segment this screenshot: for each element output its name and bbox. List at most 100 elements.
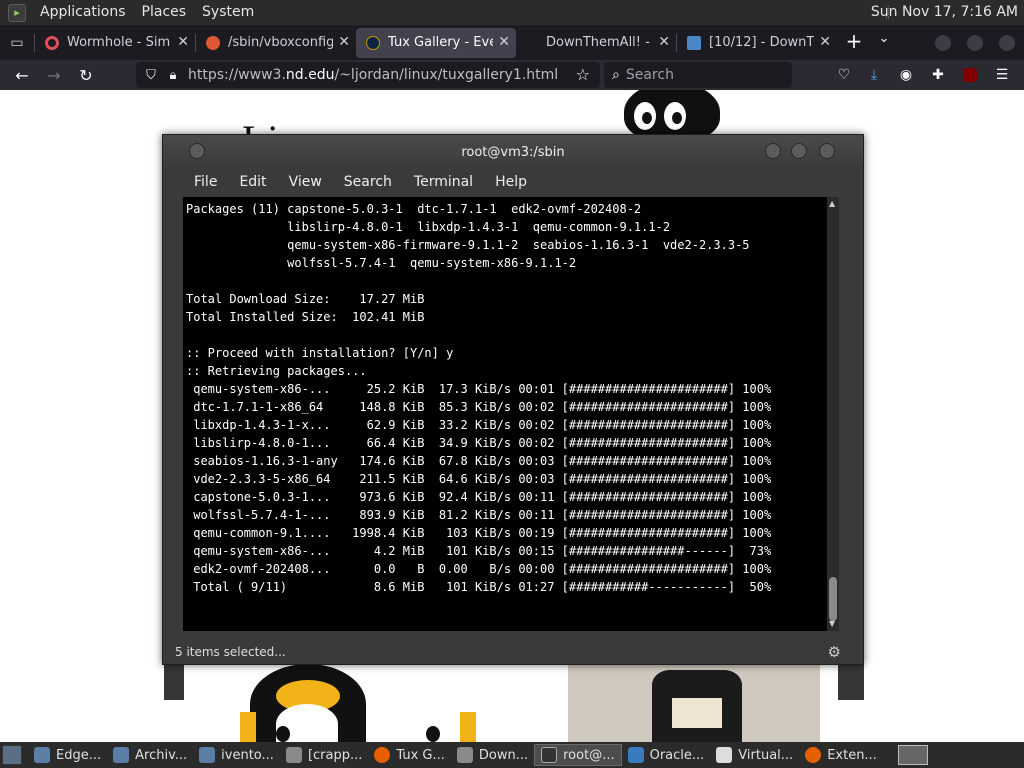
- download-icon[interactable]: ⤓: [862, 63, 886, 87]
- tab-downthemall[interactable]: DownThemAll! - ✕: [516, 28, 676, 58]
- taskbar-item-firefox-ext[interactable]: Exten...: [799, 744, 883, 766]
- scroll-up-icon[interactable]: ▲: [829, 199, 835, 208]
- taskbar-label: Exten...: [827, 747, 877, 763]
- terminal-line: :: Retrieving packages...: [186, 364, 367, 378]
- maximize-button[interactable]: [967, 35, 983, 51]
- taskbar-label: Oracle...: [649, 747, 705, 763]
- extensions-icon[interactable]: ✚: [926, 63, 950, 87]
- tab-wormhole[interactable]: Wormhole - Sim ✕: [35, 28, 195, 58]
- edge-icon: [34, 747, 50, 763]
- taskbar-item-ivento[interactable]: ivento...: [193, 744, 280, 766]
- terminal-scrollbar[interactable]: ▲ ▼: [827, 197, 839, 631]
- browser-tab-strip: ▭ Wormhole - Sim ✕ /sbin/vboxconfig ✕ Tu…: [0, 25, 1024, 60]
- taskbar-label: Down...: [478, 747, 529, 763]
- taskbar-item-terminal[interactable]: root@...: [534, 744, 622, 766]
- tab-list-icon[interactable]: ▭: [4, 30, 30, 56]
- url-text[interactable]: https://www3.nd.edu/~ljordan/linux/tuxga…: [188, 67, 558, 83]
- close-button[interactable]: [999, 35, 1015, 51]
- applications-logo-icon[interactable]: ▸: [8, 3, 26, 22]
- tab-title: /sbin/vboxconfig: [228, 35, 333, 50]
- search-input[interactable]: ⌕ Search: [604, 62, 792, 88]
- taskbar-item-virtual[interactable]: Virtual...: [710, 744, 799, 766]
- terminal-line: dtc-1.7.1-1-x86_64 148.8 KiB 85.3 KiB/s …: [186, 400, 772, 414]
- folder-icon: [456, 747, 473, 763]
- pocket-icon[interactable]: ♡: [832, 63, 856, 87]
- tab-downthemall-progress[interactable]: [10/12] - DownT ✕: [677, 28, 837, 58]
- terminal-line: ​: [186, 272, 827, 290]
- tab-title: DownThemAll! -: [546, 35, 650, 50]
- reload-icon[interactable]: ↻: [70, 62, 102, 88]
- window-menu-button[interactable]: [189, 143, 205, 159]
- chevron-down-icon[interactable]: ⌄: [874, 31, 894, 46]
- url-bar[interactable]: ⛉ 🔒︎ https://www3.nd.edu/~ljordan/linux/…: [136, 62, 600, 88]
- taskbar-label: [crapp...: [307, 747, 363, 763]
- scroll-down-icon[interactable]: ▼: [829, 619, 835, 628]
- close-icon[interactable]: ✕: [177, 34, 189, 50]
- show-desktop-button[interactable]: [2, 745, 22, 765]
- account-icon[interactable]: ◉: [894, 63, 918, 87]
- top-panel: ▸ Applications Places System Sun Nov 17,…: [0, 0, 1024, 25]
- menu-system[interactable]: System: [194, 0, 262, 25]
- downthemall-icon: [687, 35, 701, 50]
- terminal-output[interactable]: Packages (11) capstone-5.0.3-1 dtc-1.7.1…: [183, 197, 827, 631]
- star-icon[interactable]: ☆: [576, 65, 590, 84]
- back-arrow-icon[interactable]: ←: [6, 62, 38, 88]
- close-icon[interactable]: ✕: [658, 34, 670, 50]
- menu-terminal[interactable]: Terminal: [403, 174, 484, 190]
- lock-icon[interactable]: 🔒︎: [162, 68, 184, 83]
- taskbar-item-archive[interactable]: Archiv...: [107, 744, 193, 766]
- terminal-line: libslirp-4.8.0-1... 66.4 KiB 34.9 KiB/s …: [186, 436, 772, 450]
- menu-view[interactable]: View: [278, 174, 333, 190]
- menu-help[interactable]: Help: [484, 174, 538, 190]
- taskbar-label: ivento...: [221, 747, 274, 763]
- taskbar-label: Tux G...: [396, 747, 445, 763]
- browser-nav-bar: ← → ↻ ⛉ 🔒︎ https://www3.nd.edu/~ljordan/…: [0, 60, 1024, 90]
- tab-title: [10/12] - DownT: [709, 35, 814, 50]
- taskbar-item-oracle[interactable]: Oracle...: [622, 744, 711, 766]
- minimize-button[interactable]: [935, 35, 951, 51]
- close-button[interactable]: [819, 143, 835, 159]
- taskbar-label: Edge...: [56, 747, 102, 763]
- taskbar-label: root@...: [563, 747, 615, 763]
- workspace-switcher[interactable]: [898, 745, 928, 765]
- menu-icon[interactable]: ☰: [990, 63, 1014, 87]
- menu-search[interactable]: Search: [333, 174, 403, 190]
- url-host: nd.edu: [285, 67, 335, 83]
- folder-icon: [285, 747, 302, 763]
- terminal-line: ​: [186, 326, 827, 344]
- virtualbox-icon: [627, 747, 644, 763]
- taskbar-item-folder[interactable]: [crapp...: [280, 744, 368, 766]
- url-path: /~ljordan/linux/tuxgallery1.html: [334, 67, 559, 83]
- url-prefix: https://www3.: [188, 67, 286, 83]
- taskbar-item-downloads[interactable]: Down...: [451, 744, 534, 766]
- clock[interactable]: Sun Nov 17, 7:16 AM: [871, 0, 1018, 25]
- menu-places[interactable]: Places: [134, 0, 195, 25]
- shield-icon[interactable]: ⛉: [140, 68, 162, 83]
- gear-icon[interactable]: ⚙: [828, 639, 841, 665]
- status-bar: 5 items selected... ⚙: [163, 639, 863, 665]
- terminal-window[interactable]: root@vm3:/sbin File Edit View Search Ter…: [162, 134, 864, 665]
- terminal-titlebar[interactable]: root@vm3:/sbin: [163, 135, 863, 169]
- close-icon[interactable]: ✕: [819, 34, 831, 50]
- tab-tux-gallery[interactable]: Tux Gallery - Eve ✕: [356, 27, 516, 58]
- menu-edit[interactable]: Edit: [228, 174, 277, 190]
- menu-file[interactable]: File: [183, 174, 228, 190]
- tux-small: [426, 726, 440, 742]
- new-tab-icon[interactable]: +: [842, 29, 866, 53]
- forward-arrow-icon[interactable]: →: [38, 62, 70, 88]
- minimize-button[interactable]: [765, 143, 781, 159]
- terminal-title: root@vm3:/sbin: [461, 144, 565, 160]
- taskbar-item-edge[interactable]: Edge...: [28, 744, 107, 766]
- close-icon[interactable]: ✕: [338, 34, 350, 50]
- menu-applications[interactable]: Applications: [32, 0, 134, 25]
- maximize-button[interactable]: [791, 143, 807, 159]
- terminal-line: Total ( 9/11) 8.6 MiB 101 KiB/s 01:27 [#…: [186, 580, 772, 594]
- window-icon: [716, 747, 733, 763]
- terminal-line: libxdp-1.4.3-1-x... 62.9 KiB 33.2 KiB/s …: [186, 418, 772, 432]
- close-icon[interactable]: ✕: [498, 34, 510, 50]
- ublock-icon[interactable]: [958, 63, 982, 87]
- tab-vboxconfig[interactable]: /sbin/vboxconfig ✕: [196, 28, 356, 58]
- taskbar-item-firefox-tux[interactable]: Tux G...: [368, 744, 451, 766]
- terminal-line: vde2-2.3.3-5-x86_64 211.5 KiB 64.6 KiB/s…: [186, 472, 772, 486]
- scrollbar-thumb[interactable]: [829, 577, 837, 621]
